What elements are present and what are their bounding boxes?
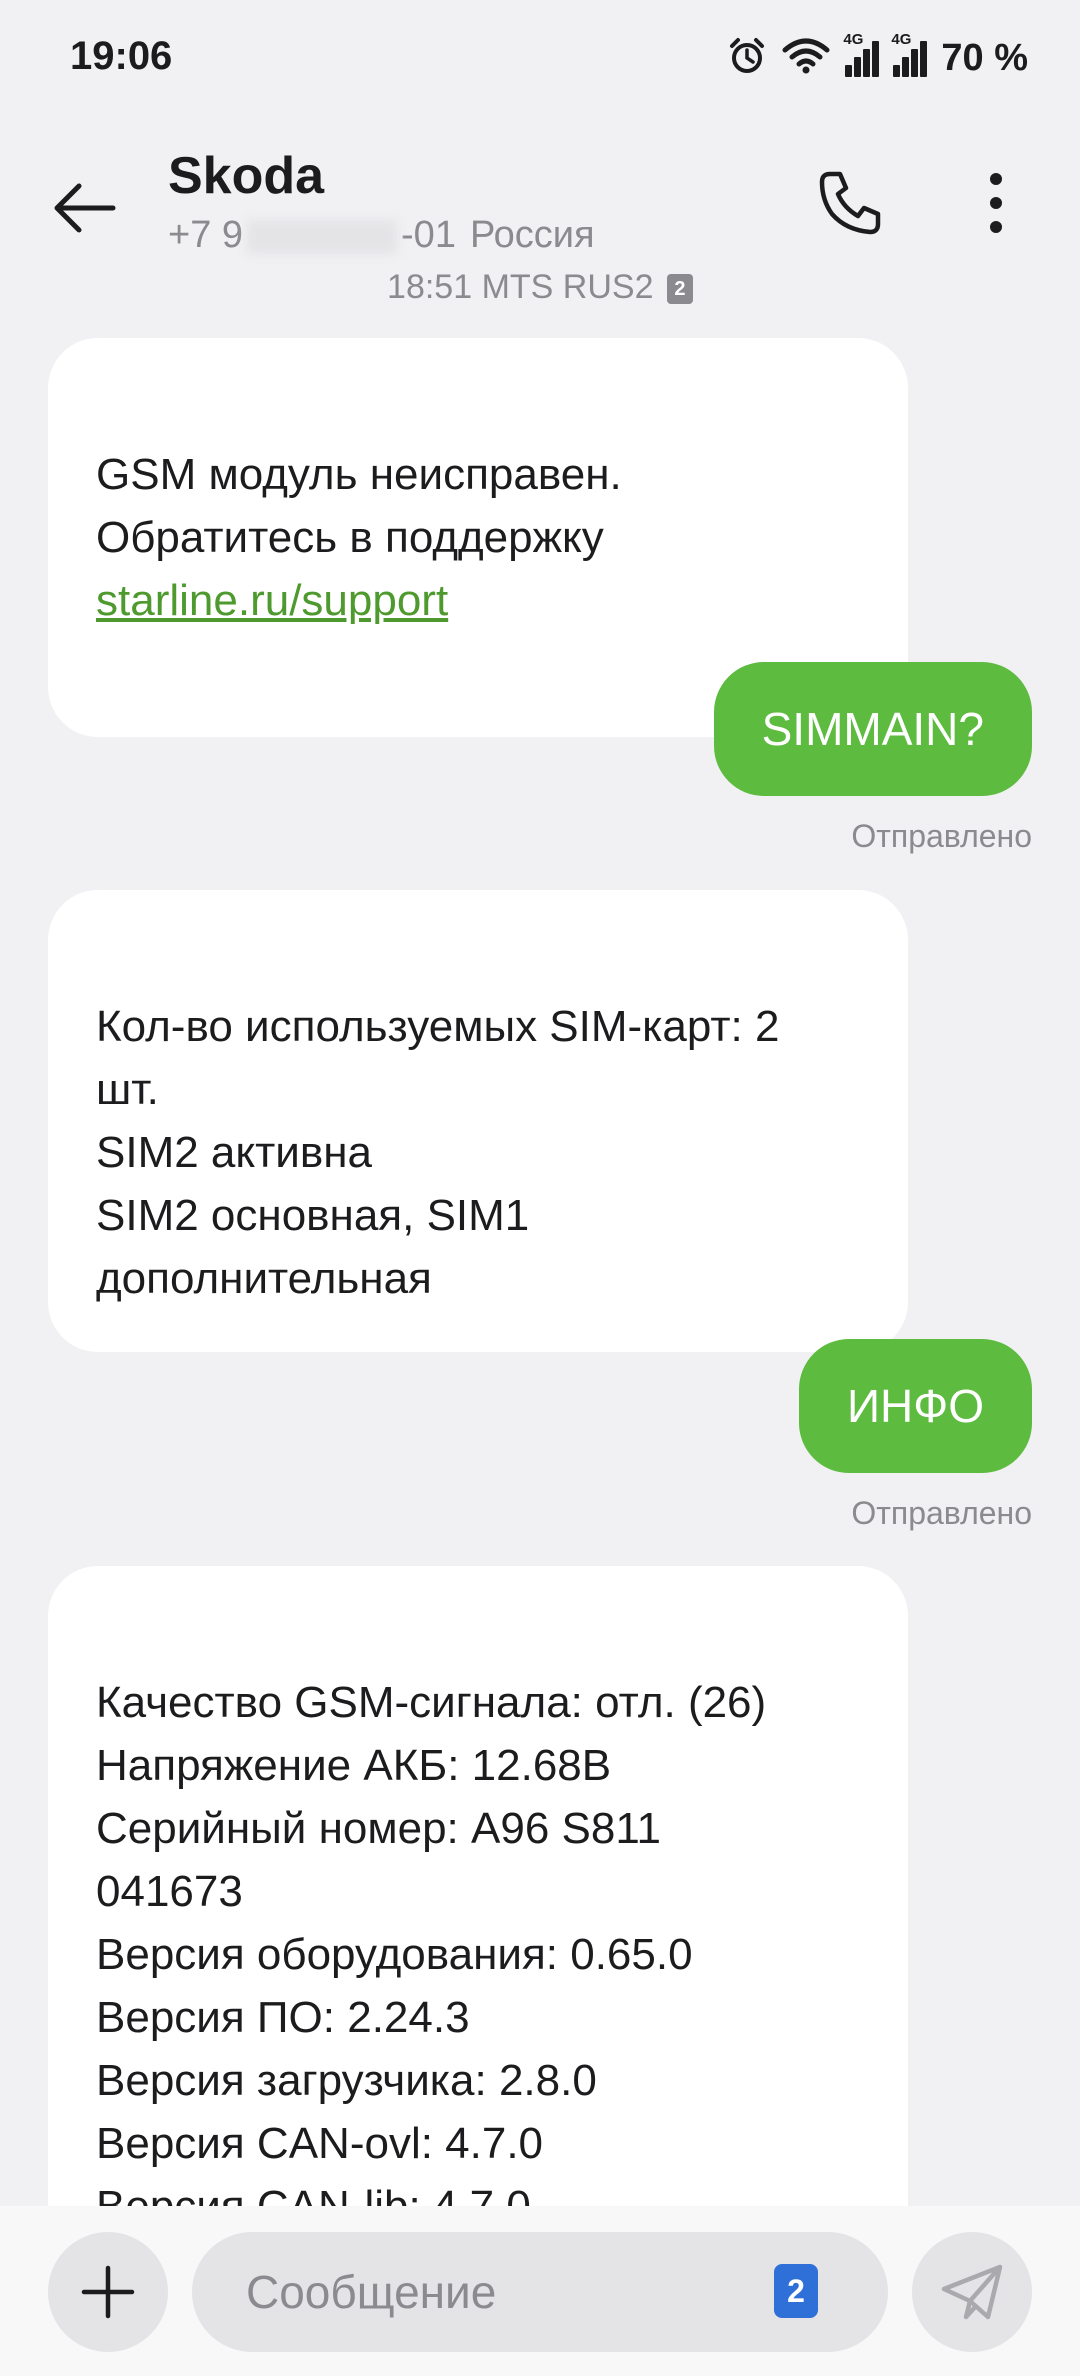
message-thread[interactable]: GSM модуль неисправен. Обратитесь в подд…: [0, 330, 1080, 2206]
contact-number: +7 9 -01 Россия: [168, 214, 595, 257]
outgoing-message[interactable]: ИНФО: [798, 1339, 1032, 1473]
contact-country: Россия: [469, 214, 595, 256]
message-text: GSM модуль неисправен. Обратитесь в подд…: [96, 450, 622, 562]
status-icons: 4G 4G 70 %: [727, 31, 1028, 82]
plus-icon: [81, 2265, 135, 2319]
back-button[interactable]: [42, 166, 126, 250]
status-time: 19:06: [70, 34, 173, 78]
compose-bar: Сообщение 2: [0, 2206, 1080, 2376]
message-link[interactable]: starline.ru/support: [96, 569, 860, 632]
network-type-label: 4G: [891, 31, 912, 48]
message-placeholder: Сообщение: [246, 2266, 497, 2318]
message-status: Отправлено: [851, 1495, 1032, 1531]
sim-badge: 2: [666, 274, 693, 305]
message-text: Кол-во используемых SIM-карт: 2 шт. SIM2…: [96, 1002, 780, 1303]
phone-icon: [819, 171, 881, 235]
message-status: Отправлено: [851, 818, 1032, 854]
back-arrow-icon: [54, 183, 116, 233]
network-type-label: 4G: [843, 31, 864, 48]
contact-number-end: -01: [401, 214, 456, 256]
call-button[interactable]: [806, 158, 896, 248]
wifi-icon: [781, 36, 831, 81]
alarm-icon: [727, 36, 767, 81]
more-options-button[interactable]: [960, 158, 1032, 248]
sim-selector[interactable]: 2: [774, 2264, 818, 2318]
battery-level: 70 %: [941, 36, 1028, 79]
add-attachment-button[interactable]: [48, 2232, 168, 2352]
status-bar: 19:06 4G 4G 70 %: [0, 0, 1080, 118]
sim-info-text: 18:51 MTS RUS2: [387, 268, 654, 306]
incoming-message[interactable]: Кол-во используемых SIM-карт: 2 шт. SIM2…: [48, 890, 908, 1352]
number-redaction: [247, 219, 398, 254]
sim-info: 18:51 MTS RUS2 2: [0, 268, 1080, 307]
message-input[interactable]: Сообщение 2: [192, 2232, 888, 2352]
contact-name: Skoda: [168, 147, 325, 205]
message-text: Качество GSM-сигнала: отл. (26) Напряжен…: [96, 1678, 767, 2206]
signal-icon: 4G: [843, 31, 880, 77]
signal-icon: 4G: [891, 31, 928, 77]
contact-number-start: +7 9: [168, 214, 244, 256]
send-button[interactable]: [912, 2232, 1032, 2352]
incoming-message[interactable]: Качество GSM-сигнала: отл. (26) Напряжен…: [48, 1566, 908, 2206]
send-icon: [941, 2264, 1003, 2320]
more-vertical-icon: [990, 173, 1002, 233]
outgoing-message[interactable]: SIMMAIN?: [713, 662, 1032, 796]
conversation-header: Skoda +7 9 -01 Россия 18:51 MTS RUS2 2: [0, 118, 1080, 318]
